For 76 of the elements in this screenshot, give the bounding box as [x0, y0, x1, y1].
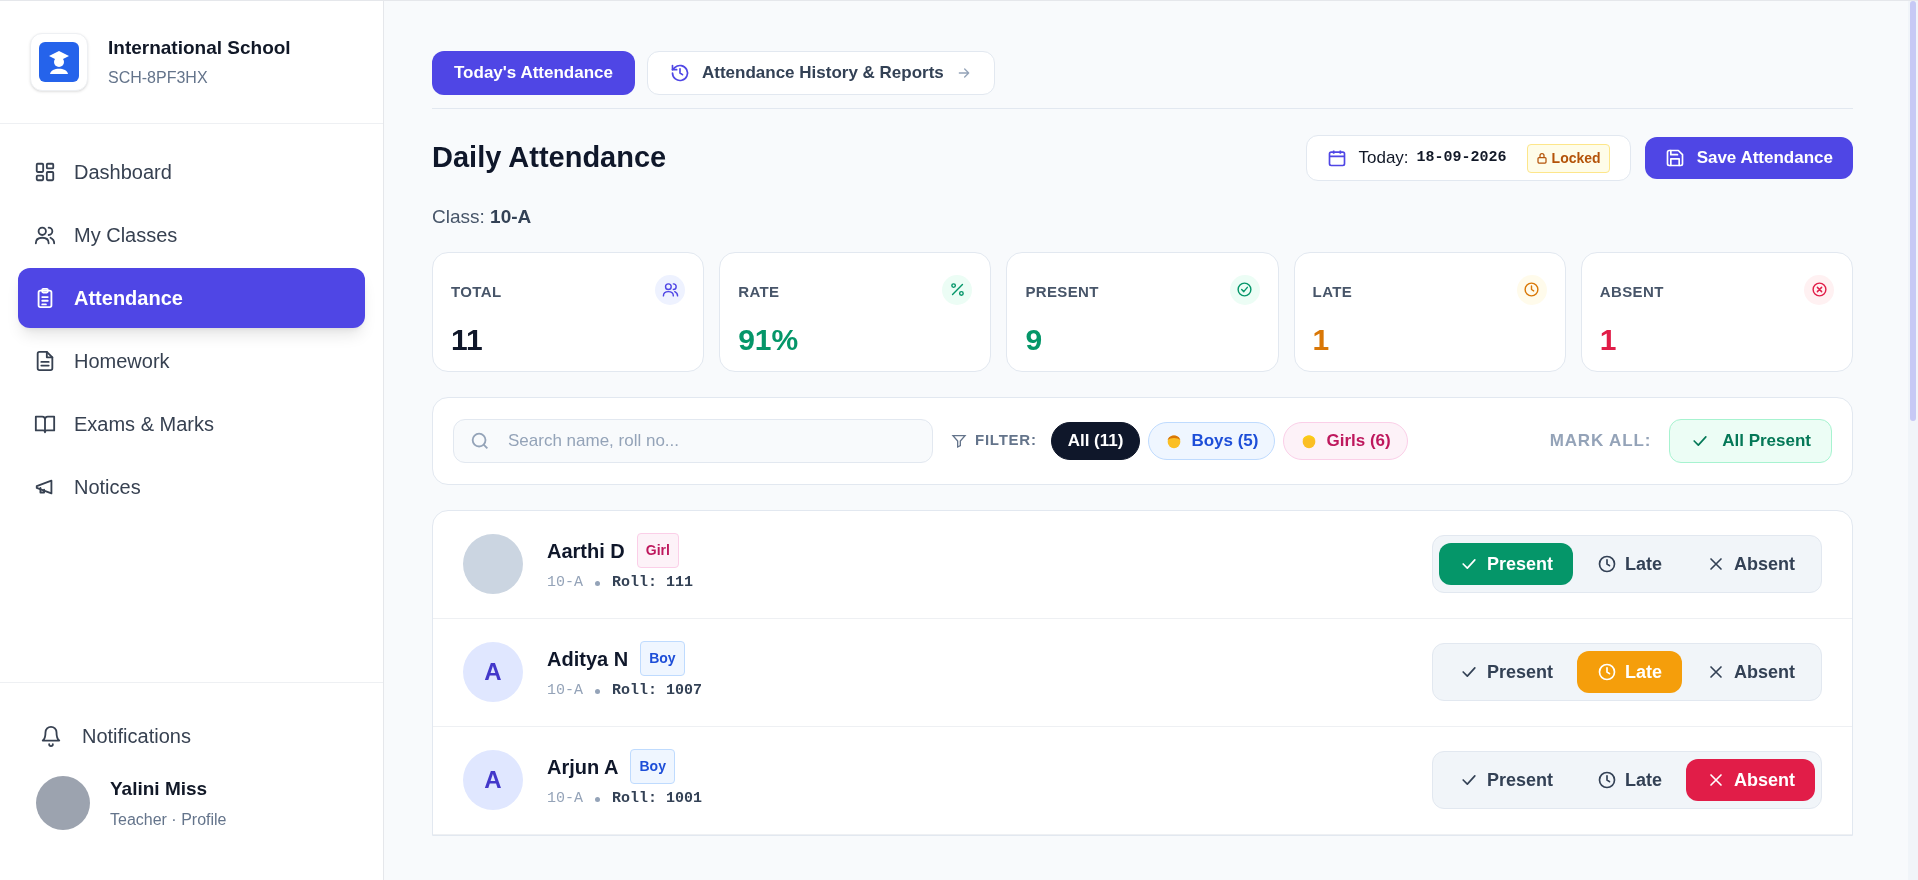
- search-field[interactable]: Search name, roll no...: [453, 418, 933, 463]
- document-icon: [34, 350, 56, 372]
- clock-icon: [1516, 274, 1547, 305]
- roll-number: Roll: 1001: [612, 789, 703, 810]
- user-name: Yalini Miss: [110, 777, 209, 801]
- filter-chip[interactable]: Girls (6): [1283, 421, 1408, 460]
- users-icon: [34, 224, 56, 246]
- people-icon: [655, 274, 686, 305]
- tab[interactable]: Attendance History & Reports: [646, 51, 995, 95]
- clock-icon: [1596, 770, 1617, 790]
- status-button[interactable]: Absent: [1686, 543, 1815, 585]
- status-button[interactable]: Late: [1576, 759, 1682, 801]
- stat-label: ABSENT: [1599, 281, 1664, 302]
- student-name: Aarthi D: [547, 538, 625, 564]
- avatar-placeholder: [36, 776, 90, 831]
- notifications-link[interactable]: Notifications: [40, 721, 191, 751]
- avatar-initial: A: [463, 750, 523, 810]
- bell-icon: [40, 725, 62, 747]
- stat-value: 9: [1025, 322, 1043, 358]
- filter-label: FILTER:: [975, 430, 1037, 451]
- nav-item[interactable]: Dashboard: [18, 142, 365, 202]
- clock-icon: [1596, 662, 1617, 682]
- lock-icon: [1535, 152, 1548, 164]
- graduate-icon: [39, 42, 79, 82]
- clock-icon: [1596, 554, 1617, 574]
- class-text: 10-A: [547, 681, 583, 702]
- status-button[interactable]: Present: [1438, 543, 1573, 585]
- percent-icon: [942, 274, 973, 305]
- class-text: 10-A: [547, 573, 583, 594]
- user-role: Teacher · Profile: [110, 809, 227, 830]
- save-icon: [1664, 148, 1685, 168]
- student-name: Aditya N: [547, 646, 629, 672]
- status-button[interactable]: Absent: [1686, 759, 1815, 801]
- status-button[interactable]: Late: [1576, 543, 1682, 585]
- all-present-button[interactable]: All Present: [1669, 418, 1832, 463]
- roll-number: Roll: 111: [612, 573, 694, 594]
- page-title: Daily Attendance: [432, 140, 667, 176]
- tab[interactable]: Today's Attendance: [432, 51, 635, 95]
- filter-chip[interactable]: Boys (5): [1148, 421, 1276, 460]
- grid-icon: [34, 161, 56, 183]
- stat-label: LATE: [1312, 281, 1353, 302]
- status-button[interactable]: Present: [1438, 759, 1573, 801]
- stat-value: 1: [1599, 322, 1617, 358]
- history-icon: [669, 63, 690, 83]
- date-value: 18-09-2026: [1416, 147, 1507, 168]
- student-name: Arjun A: [547, 754, 619, 780]
- book-icon: [34, 413, 56, 435]
- stat-label: RATE: [738, 281, 780, 302]
- school-code: SCH-8PF3HX: [108, 68, 209, 89]
- mark-all-label: MARK ALL:: [1549, 429, 1652, 452]
- gender-tag: Girl: [636, 533, 679, 569]
- stat-value: 11: [451, 322, 483, 358]
- stat-label: TOTAL: [451, 281, 502, 302]
- status-button[interactable]: Absent: [1686, 651, 1815, 693]
- gender-tag: Boy: [640, 641, 685, 677]
- nav-item[interactable]: Notices: [18, 457, 365, 517]
- gender-tag: Boy: [630, 749, 675, 785]
- filter-chip[interactable]: All (11): [1050, 421, 1141, 460]
- stat-value: 91%: [738, 322, 799, 358]
- nav-item[interactable]: My Classes: [18, 205, 365, 265]
- roll-number: Roll: 1007: [612, 681, 703, 702]
- class-label: Class: 10-A: [432, 205, 533, 229]
- nav-item[interactable]: Attendance: [18, 268, 365, 328]
- date-label: Today:: [1358, 147, 1409, 170]
- filter-icon: [951, 432, 967, 449]
- avatar-initial: A: [463, 642, 523, 702]
- save-attendance-button[interactable]: Save Attendance: [1644, 137, 1853, 179]
- nav-item[interactable]: Exams & Marks: [18, 394, 365, 454]
- stat-value: 1: [1312, 322, 1330, 358]
- nav-item[interactable]: Homework: [18, 331, 365, 391]
- school-name: International School: [108, 35, 291, 60]
- locked-badge: Locked: [1526, 143, 1610, 173]
- calendar-icon: [1326, 148, 1347, 168]
- stat-label: PRESENT: [1025, 281, 1099, 302]
- status-button[interactable]: Present: [1438, 651, 1573, 693]
- class-text: 10-A: [547, 789, 583, 810]
